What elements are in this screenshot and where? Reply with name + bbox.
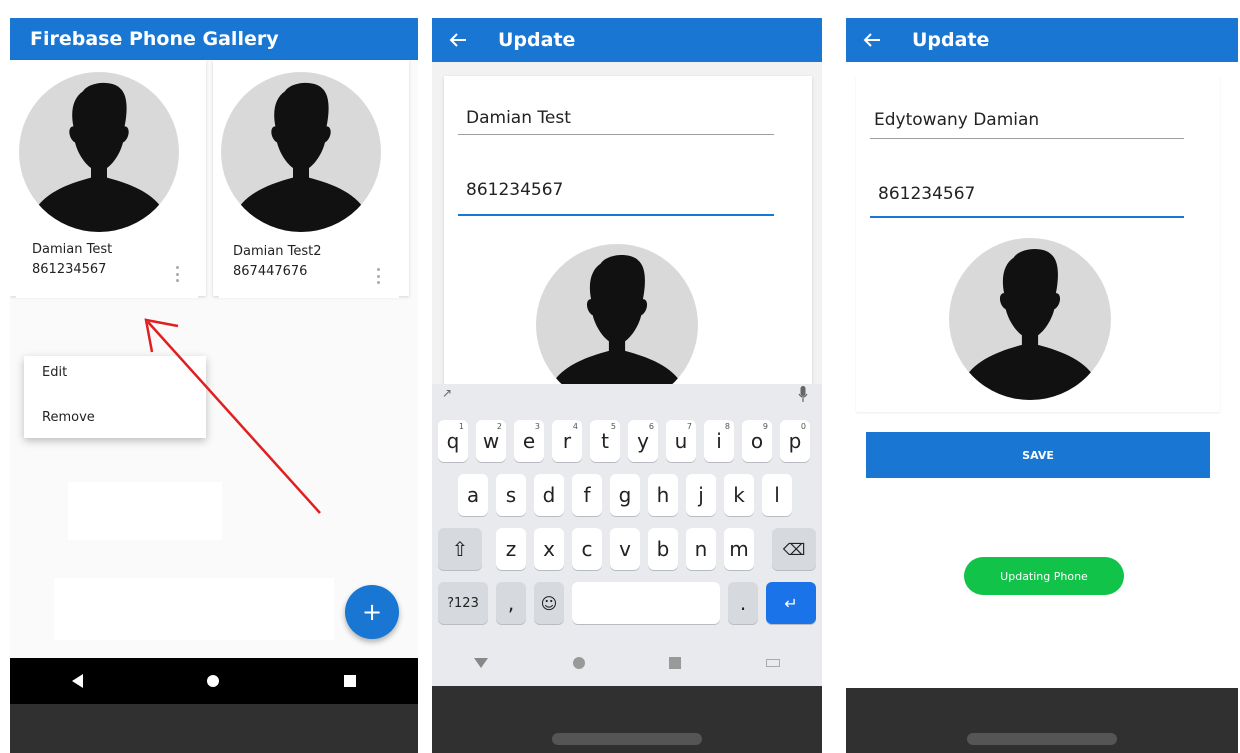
comma-key[interactable]: , <box>496 582 526 624</box>
phone-underline <box>870 216 1184 218</box>
key[interactable]: x <box>534 528 564 570</box>
key[interactable]: k <box>724 474 754 516</box>
key[interactable]: r4 <box>552 420 582 462</box>
system-nav-bar <box>10 658 418 704</box>
status-bar <box>846 0 1238 18</box>
key[interactable]: a <box>458 474 488 516</box>
contact-name: Damian Test2 <box>233 244 322 259</box>
avatar-icon[interactable] <box>536 244 698 406</box>
key[interactable]: u7 <box>666 420 696 462</box>
form-card: Edytowany Damian 861234567 <box>856 76 1220 412</box>
home-indicator <box>967 733 1117 745</box>
menu-item-remove[interactable]: Remove <box>42 410 95 425</box>
update-form: Damian Test 861234567 <box>432 62 822 406</box>
key[interactable]: y6 <box>628 420 658 462</box>
keyboard-switch-icon[interactable] <box>765 659 780 667</box>
key[interactable]: f <box>572 474 602 516</box>
key[interactable]: b <box>648 528 678 570</box>
page-title: Firebase Phone Gallery <box>30 28 279 50</box>
enter-key-icon[interactable]: ↵ <box>766 582 816 624</box>
gallery-content: Damian Test 861234567 Damian Test2 86744… <box>10 60 418 658</box>
save-button[interactable]: SAVE <box>866 432 1210 478</box>
key[interactable]: p0 <box>780 420 810 462</box>
symbols-key[interactable]: ?123 <box>438 582 488 624</box>
empty-card <box>54 578 334 640</box>
context-menu: Edit Remove <box>24 356 206 438</box>
key[interactable]: l <box>762 474 792 516</box>
emoji-key-icon[interactable]: ☺ <box>534 582 564 624</box>
key[interactable]: m <box>724 528 754 570</box>
nav-recents-icon[interactable] <box>669 657 682 669</box>
keyboard-toolbar: ↗ <box>432 384 822 406</box>
page-title: Update <box>498 29 576 51</box>
shift-key-icon[interactable]: ⇧ <box>438 528 482 570</box>
name-input[interactable]: Damian Test <box>466 108 571 128</box>
key[interactable]: q1 <box>438 420 468 462</box>
update-keyboard-phone: Update Damian Test 861234567 ↗ q 1 w 2 e… <box>432 0 822 753</box>
key[interactable]: j <box>686 474 716 516</box>
form-card: Damian Test 861234567 <box>444 76 812 406</box>
nav-home-icon[interactable] <box>572 657 585 669</box>
app-bar: Firebase Phone Gallery <box>10 18 418 60</box>
status-bar <box>432 0 822 18</box>
page-title: Update <box>912 29 990 51</box>
expand-icon[interactable]: ↗ <box>442 386 452 400</box>
add-button[interactable]: + <box>345 585 399 639</box>
nav-back-icon[interactable] <box>474 658 489 668</box>
arrow-back-icon[interactable] <box>862 30 882 50</box>
update-saved-phone: Update Edytowany Damian 861234567 SAVE U… <box>846 0 1238 753</box>
key[interactable]: d <box>534 474 564 516</box>
name-underline <box>870 138 1184 139</box>
status-toast: Updating Phone <box>964 557 1124 595</box>
key[interactable]: s <box>496 474 526 516</box>
key[interactable]: c <box>572 528 602 570</box>
avatar-icon <box>19 72 179 232</box>
menu-item-edit[interactable]: Edit <box>42 365 67 380</box>
soft-keyboard: ↗ q1 w2 e3 r4 t5 y6 u7 i8 o9 p0 a s d f … <box>432 384 822 686</box>
arrow-back-icon[interactable] <box>448 30 468 50</box>
contact-name: Damian Test <box>32 242 113 257</box>
key[interactable]: v <box>610 528 640 570</box>
key[interactable]: t5 <box>590 420 620 462</box>
key[interactable]: z <box>496 528 526 570</box>
name-underline <box>458 134 774 135</box>
key[interactable]: g <box>610 474 640 516</box>
contact-phone: 861234567 <box>32 262 107 277</box>
key[interactable]: e3 <box>514 420 544 462</box>
more-vert-icon[interactable] <box>377 268 381 284</box>
period-key[interactable]: . <box>728 582 758 624</box>
more-vert-icon[interactable] <box>176 266 180 282</box>
mic-icon[interactable] <box>798 386 808 402</box>
system-nav-bar <box>432 640 822 686</box>
stage: Firebase Phone Gallery Damian Test 86123… <box>0 0 1240 753</box>
app-bar: Update <box>846 18 1238 62</box>
key[interactable]: n <box>686 528 716 570</box>
avatar-icon[interactable] <box>949 238 1111 400</box>
contact-phone: 867447676 <box>233 264 308 279</box>
key[interactable]: i8 <box>704 420 734 462</box>
nav-back-icon[interactable] <box>72 674 84 688</box>
key[interactable]: h <box>648 474 678 516</box>
phone-input[interactable]: 861234567 <box>878 184 975 204</box>
phone-underline <box>458 214 774 216</box>
key[interactable]: w2 <box>476 420 506 462</box>
name-input[interactable]: Edytowany Damian <box>874 110 1039 130</box>
space-key[interactable] <box>572 582 720 624</box>
status-bar <box>10 0 418 18</box>
backspace-key-icon[interactable]: ⌫ <box>772 528 816 570</box>
key[interactable]: o9 <box>742 420 772 462</box>
contact-info[interactable]: Damian Test 861234567 <box>16 238 198 298</box>
app-bar: Update <box>432 18 822 62</box>
contact-info[interactable]: Damian Test2 867447676 <box>219 240 399 298</box>
home-indicator <box>552 733 702 745</box>
gallery-phone: Firebase Phone Gallery Damian Test 86123… <box>10 0 418 753</box>
phone-input[interactable]: 861234567 <box>466 180 563 200</box>
nav-recents-icon[interactable] <box>343 675 356 687</box>
avatar-icon <box>221 72 381 232</box>
empty-card <box>68 482 222 540</box>
nav-home-icon[interactable] <box>207 675 220 687</box>
